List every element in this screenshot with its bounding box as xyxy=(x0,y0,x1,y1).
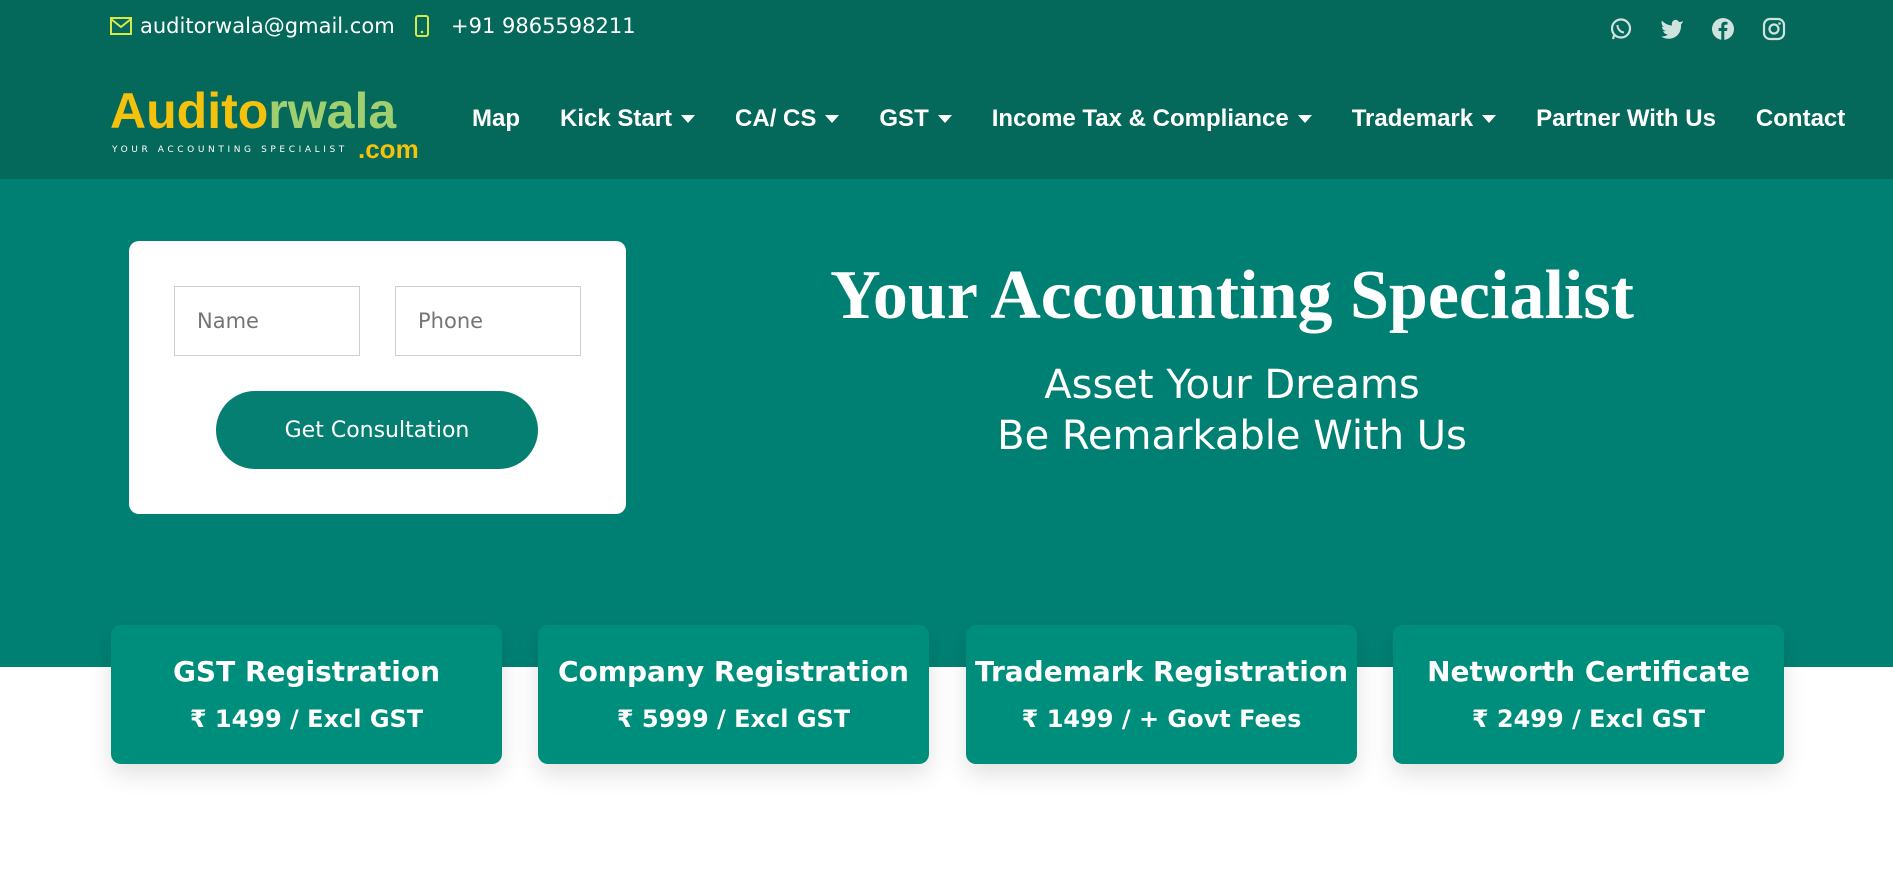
nav-item-map[interactable]: Map xyxy=(472,105,520,133)
nav-item-contact[interactable]: Contact xyxy=(1756,105,1845,133)
service-title: Company Registration xyxy=(558,655,909,688)
nav-item-label: Income Tax & Compliance xyxy=(991,105,1289,132)
hero-subtitle-line: Asset Your Dreams xyxy=(1044,362,1420,408)
nav-item-trademark[interactable]: Trademark xyxy=(1351,105,1497,133)
site-logo[interactable]: Auditorwala .com YOUR ACCOUNTING SPECIAL… xyxy=(110,78,430,164)
nav-item-label: Contact xyxy=(1755,105,1846,132)
nav-item-gst[interactable]: GST xyxy=(879,105,952,133)
mail-icon xyxy=(110,17,132,35)
hero-title: Your Accounting Specialist xyxy=(830,257,1634,334)
hero-subtitle: Asset Your Dreams Be Remarkable With Us xyxy=(700,360,1764,462)
logo-tagline: YOUR ACCOUNTING SPECIALIST xyxy=(111,145,348,155)
instagram-icon[interactable] xyxy=(1761,16,1787,42)
service-title: Trademark Registration xyxy=(974,655,1349,688)
caret-down-icon xyxy=(681,115,696,123)
main-nav: Map Kick Start CA/ CS GST Income Tax & C… xyxy=(472,100,1845,138)
service-price: ₹ 5999 / Excl GST xyxy=(616,705,851,733)
caret-down-icon xyxy=(937,115,952,123)
service-price: ₹ 1499 / + Govt Fees xyxy=(1021,705,1302,733)
top-contact-bar: auditorwala@gmail.com +91 9865598211 xyxy=(0,0,1893,58)
nav-item-partner[interactable]: Partner With Us xyxy=(1536,105,1716,133)
logo-text-aud: Aud xyxy=(110,83,207,139)
whatsapp-icon[interactable] xyxy=(1608,16,1634,42)
get-consultation-button[interactable]: Get Consultation xyxy=(216,391,538,469)
phone-input[interactable] xyxy=(395,286,581,356)
email-link[interactable]: auditorwala@gmail.com xyxy=(110,14,395,38)
nav-item-income-tax[interactable]: Income Tax & Compliance xyxy=(992,105,1312,133)
email-text: auditorwala@gmail.com xyxy=(140,14,395,38)
phone-text: +91 9865598211 xyxy=(451,14,636,38)
svg-text:Auditorwala: Auditorwala xyxy=(110,83,397,139)
nav-item-label: Kick Start xyxy=(560,105,673,132)
service-card-company[interactable]: Company Registration ₹ 5999 / Excl GST xyxy=(538,625,929,764)
service-price: ₹ 2499 / Excl GST xyxy=(1471,705,1706,733)
facebook-icon[interactable] xyxy=(1710,16,1736,42)
nav-item-label: Map xyxy=(472,105,520,132)
caret-down-icon xyxy=(1297,115,1312,123)
logo-domain: .com xyxy=(358,134,419,160)
logo-text-rwala: rwala xyxy=(268,83,397,139)
twitter-icon[interactable] xyxy=(1659,16,1685,42)
hero-subtitle-line: Be Remarkable With Us xyxy=(997,413,1467,459)
nav-item-label: Trademark xyxy=(1351,105,1474,132)
site-header: auditorwala@gmail.com +91 9865598211 Aud… xyxy=(0,0,1893,179)
service-card-trademark[interactable]: Trademark Registration ₹ 1499 / + Govt F… xyxy=(966,625,1357,764)
mobile-phone-icon xyxy=(415,15,429,37)
service-card-gst[interactable]: GST Registration ₹ 1499 / Excl GST xyxy=(111,625,502,764)
nav-item-ca-cs[interactable]: CA/ CS xyxy=(735,105,840,133)
service-price: ₹ 1499 / Excl GST xyxy=(189,705,424,733)
name-input[interactable] xyxy=(174,286,360,356)
service-title: GST Registration xyxy=(172,655,441,688)
logo-text-it: it xyxy=(207,83,238,139)
nav-item-label: Partner With Us xyxy=(1536,105,1716,132)
nav-item-label: CA/ CS xyxy=(735,105,817,132)
nav-item-label: GST xyxy=(879,105,929,132)
logo-text-o: o xyxy=(238,83,269,139)
caret-down-icon xyxy=(1482,115,1497,123)
caret-down-icon xyxy=(825,115,840,123)
service-card-networth[interactable]: Networth Certificate ₹ 2499 / Excl GST xyxy=(1393,625,1784,764)
consultation-form-card xyxy=(129,241,626,514)
phone-link[interactable]: +91 9865598211 xyxy=(413,14,636,38)
service-title: Networth Certificate xyxy=(1427,655,1750,688)
nav-item-kick-start[interactable]: Kick Start xyxy=(560,105,696,133)
